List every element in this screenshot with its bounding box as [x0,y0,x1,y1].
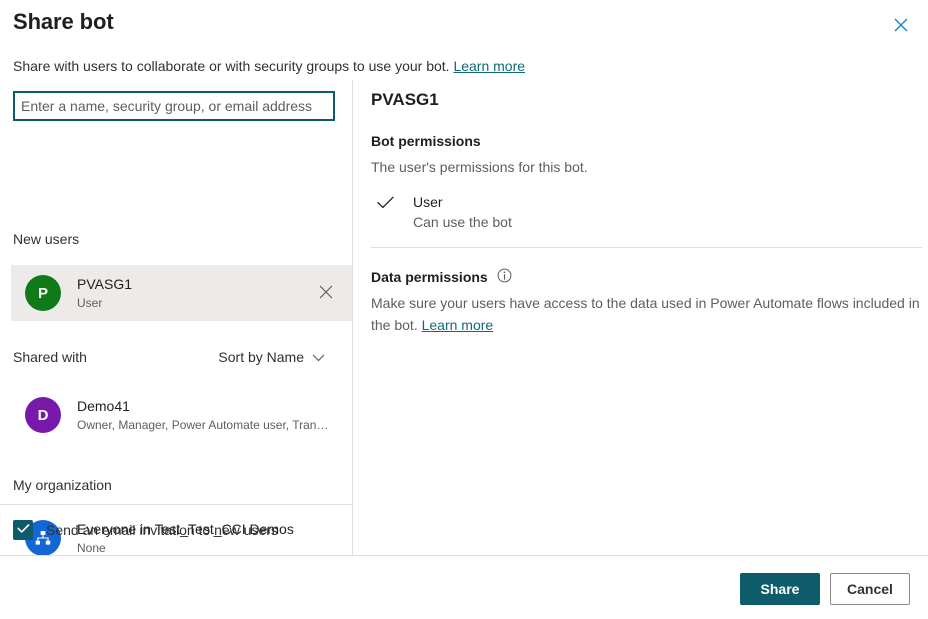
list-item-role: User [77,295,103,310]
close-icon [894,18,908,32]
list-item[interactable]: P PVASG1 User [11,265,352,321]
checkbox-box [13,520,33,540]
send-email-invitation-checkbox[interactable]: Send an email invitation to new users [13,520,278,540]
send-email-invitation-label: Send an email invitation to new users [46,522,278,538]
data-permissions-description: Make sure your users have access to the … [371,292,920,336]
data-permissions-heading-group: Data permissions [371,268,512,286]
dialog-body: New users P PVASG1 User Shared with Sort… [0,80,928,556]
cancel-button[interactable]: Cancel [830,573,910,605]
dialog-header: Share bot Share with users to collaborat… [0,0,928,80]
dialog-subtitle-text: Share with users to collaborate or with … [13,58,450,74]
remove-user-button[interactable] [310,277,342,309]
data-permissions-heading: Data permissions [371,269,488,285]
list-item-name: Demo41 [77,397,130,414]
info-icon[interactable] [497,268,512,286]
section-label-my-organization: My organization [13,477,112,493]
close-button[interactable] [882,8,920,42]
right-pane: PVASG1 Bot permissions The user's permis… [353,80,928,555]
list-item-role: None [77,540,106,555]
checkmark-icon [371,192,399,209]
section-label-new-users: New users [13,231,80,247]
checkmark-icon [16,521,30,539]
sort-by-dropdown[interactable]: Sort by Name [218,349,325,365]
permission-option-description: Can use the bot [413,214,512,230]
permission-option-text: User Can use the bot [413,192,512,232]
permission-option-name: User [413,194,443,210]
list-item-text: PVASG1 User [77,275,310,312]
subtitle-learn-more-link[interactable]: Learn more [453,58,525,74]
data-permissions-learn-more-link[interactable]: Learn more [422,317,494,333]
detail-title: PVASG1 [371,90,439,109]
right-pane-divider [371,247,922,248]
page-title: Share bot [13,9,114,34]
bot-permissions-description: The user's permissions for this bot. [371,159,588,175]
footer-button-group: Share Cancel [740,573,910,605]
list-item-text: Demo41 Owner, Manager, Power Automate us… [77,397,352,434]
left-pane-divider [0,504,352,505]
close-icon [319,285,333,302]
sort-by-label: Sort by Name [218,349,304,365]
avatar-initial: D [37,406,49,424]
avatar-initial: P [37,284,48,302]
permission-option-user[interactable]: User Can use the bot [371,192,512,232]
list-item-name: PVASG1 [77,275,132,292]
people-picker[interactable] [13,91,335,121]
list-item-role: Owner, Manager, Power Automate user, Tra… [77,417,329,432]
dialog-footer: Share Cancel [0,555,928,619]
dialog-subtitle: Share with users to collaborate or with … [13,57,525,75]
list-item[interactable]: D Demo41 Owner, Manager, Power Automate … [11,387,352,443]
avatar: D [25,397,61,433]
section-label-shared-with: Shared with [13,349,87,365]
search-input[interactable] [21,98,327,114]
share-button[interactable]: Share [740,573,820,605]
bot-permissions-heading: Bot permissions [371,133,481,149]
chevron-down-icon [312,349,325,365]
left-pane: New users P PVASG1 User Shared with Sort… [0,80,352,556]
avatar: P [25,275,61,311]
